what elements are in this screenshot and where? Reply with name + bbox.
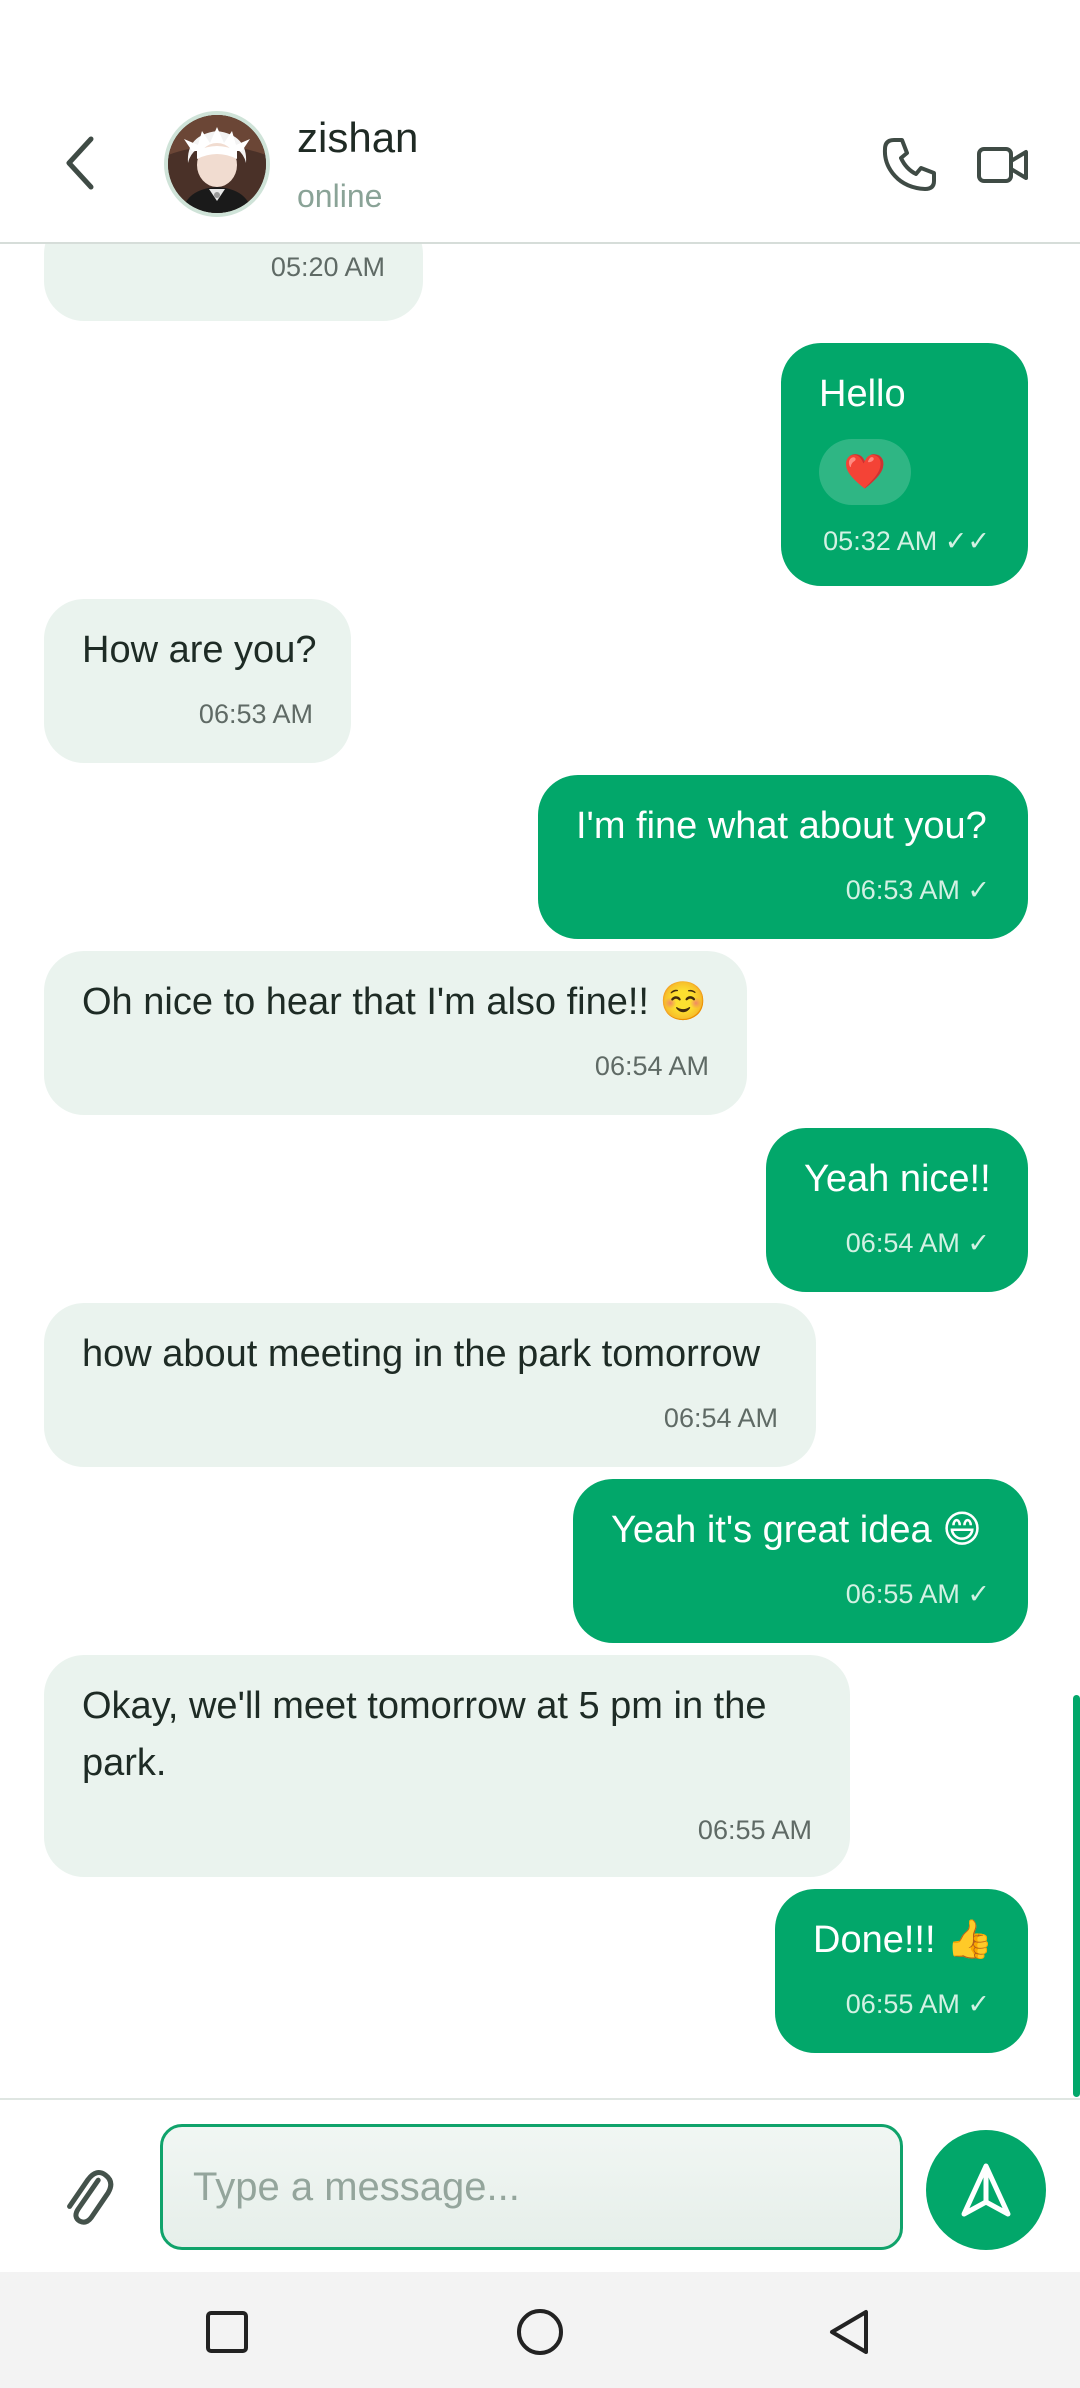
message-incoming[interactable]: Okay, we'll meet tomorrow at 5 pm in the… xyxy=(44,1655,850,1877)
paperclip-icon[interactable] xyxy=(56,2162,116,2226)
message-time-status: 06:53 AM ✓ xyxy=(846,875,990,906)
send-button[interactable] xyxy=(926,2130,1046,2250)
message-time: 06:53 AM xyxy=(198,699,313,729)
message-list[interactable]: 05:20 AM Hello ❤️ 05:32 AM ✓✓ How are yo… xyxy=(0,244,1080,2098)
message-incoming[interactable]: Oh nice to hear that I'm also fine!! ☺️ … xyxy=(44,951,747,1115)
contact-status: online xyxy=(297,178,383,214)
message-text-line: Okay, we'll meet tomorrow at 5 pm in the xyxy=(82,1685,767,1727)
message-time-status: 06:55 AM ✓ xyxy=(846,1579,990,1610)
message-outgoing[interactable]: Hello ❤️ 05:32 AM ✓✓ xyxy=(781,343,1028,586)
recent-apps-icon[interactable] xyxy=(206,2311,248,2353)
message-input[interactable] xyxy=(160,2124,903,2250)
message-text-line: park. xyxy=(82,1742,167,1784)
message-outgoing[interactable]: I'm fine what about you? 06:53 AM ✓ xyxy=(538,775,1028,939)
message-text: I'm fine what about you? xyxy=(576,805,987,847)
message-incoming[interactable]: how about meeting in the park tomorrow 0… xyxy=(44,1303,816,1467)
message-time: 06:54 AM xyxy=(594,1051,709,1081)
message-time-status: 06:55 AM ✓ xyxy=(846,1989,990,2020)
back-icon[interactable] xyxy=(826,2308,872,2356)
chevron-left-icon[interactable] xyxy=(55,133,111,193)
chat-header: zishan online xyxy=(0,0,1080,244)
check-icon: ✓ xyxy=(967,1579,990,1609)
message-text: Done!!! 👍 xyxy=(813,1919,994,1961)
message-outgoing[interactable]: Yeah nice!! 06:54 AM ✓ xyxy=(766,1128,1028,1292)
avatar[interactable] xyxy=(164,111,270,217)
check-icon: ✓ xyxy=(967,875,990,905)
message-time-status: 05:32 AM ✓✓ xyxy=(823,526,990,557)
message-incoming[interactable]: How are you? 06:53 AM xyxy=(44,599,351,763)
message-text: Oh nice to hear that I'm also fine!! ☺️ xyxy=(82,981,707,1023)
check-icon: ✓ xyxy=(967,1228,990,1258)
message-time: 05:32 AM xyxy=(823,526,938,556)
double-check-icon: ✓✓ xyxy=(944,526,990,556)
message-text: How are you? xyxy=(82,629,317,671)
message-outgoing[interactable]: Yeah it's great idea 😄 06:55 AM ✓ xyxy=(573,1479,1028,1643)
message-time: 06:55 AM xyxy=(845,1989,960,2019)
phone-icon[interactable] xyxy=(880,136,938,194)
message-text: how about meeting in the park tomorrow xyxy=(82,1333,761,1375)
message-time-status: 06:54 AM ✓ xyxy=(846,1228,990,1259)
message-outgoing[interactable]: Done!!! 👍 06:55 AM ✓ xyxy=(775,1889,1028,2053)
scrollbar[interactable] xyxy=(1073,1695,1080,2097)
message-incoming[interactable]: 05:20 AM xyxy=(44,244,423,321)
message-time: 06:54 AM xyxy=(845,1228,960,1258)
message-text: Yeah it's great idea 😄 xyxy=(611,1509,982,1551)
home-icon[interactable] xyxy=(516,2308,564,2356)
message-time: 06:55 AM xyxy=(845,1579,960,1609)
chat-screen: zishan online 05:20 AM Hello ❤️ 05:32 AM… xyxy=(0,0,1080,2388)
heart-reaction-badge[interactable]: ❤️ xyxy=(819,439,911,505)
message-time: 06:54 AM xyxy=(663,1403,778,1433)
contact-name[interactable]: zishan xyxy=(297,114,418,162)
send-icon xyxy=(961,2163,1011,2217)
message-text: Yeah nice!! xyxy=(804,1158,991,1200)
message-time: 06:55 AM xyxy=(697,1815,812,1845)
video-camera-icon[interactable] xyxy=(976,142,1030,188)
message-time: 06:53 AM xyxy=(845,875,960,905)
message-time: 05:20 AM xyxy=(270,252,385,282)
message-text: Hello xyxy=(819,373,906,415)
check-icon: ✓ xyxy=(967,1989,990,2019)
